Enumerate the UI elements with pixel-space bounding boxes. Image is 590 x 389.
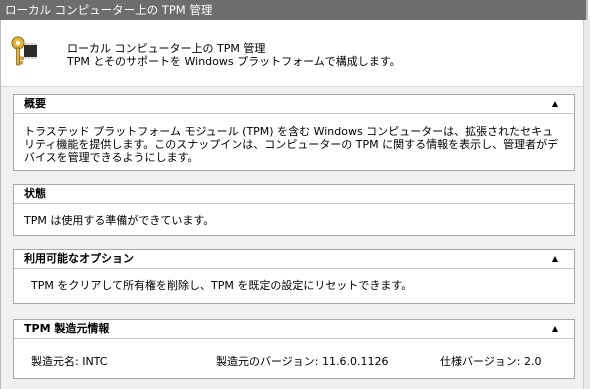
manufacturer-name: 製造元名: INTC <box>31 355 108 368</box>
options-section: 利用可能なオプション ▲ TPM をクリアして所有権を削除し、TPM を既定の設… <box>13 249 575 304</box>
overview-body: トラステッド プラットフォーム モジュール (TPM) を含む Windows … <box>24 125 559 164</box>
header-title: ローカル コンピューター上の TPM 管理 <box>67 42 266 55</box>
status-title: 状態 <box>24 187 46 200</box>
header-text: ローカル コンピューター上の TPM 管理 TPM とそのサポートを Windo… <box>67 42 401 68</box>
collapse-arrow-icon[interactable]: ▲ <box>552 250 558 268</box>
status-section: 状態 TPM は使用する準備ができています。 <box>13 184 575 236</box>
collapse-arrow-icon[interactable]: ▲ <box>552 95 558 113</box>
options-title: 利用可能なオプション <box>24 252 134 265</box>
options-body: TPM をクリアして所有権を削除し、TPM を既定の設定にリセットできます。 <box>31 279 413 292</box>
spec-version: 仕様バージョン: 2.0 <box>440 355 542 368</box>
window-title-bar: ローカル コンピューター上の TPM 管理 <box>0 0 588 20</box>
scrollbar[interactable] <box>583 20 590 389</box>
manufacturer-section: TPM 製造元情報 ▲ 製造元名: INTC 製造元のバージョン: 11.6.0… <box>13 319 575 379</box>
options-header[interactable]: 利用可能なオプション ▲ <box>14 250 574 269</box>
manufacturer-title: TPM 製造元情報 <box>24 322 110 335</box>
window-title: ローカル コンピューター上の TPM 管理 <box>5 3 213 17</box>
manufacturer-header[interactable]: TPM 製造元情報 ▲ <box>14 320 574 339</box>
status-body: TPM は使用する準備ができています。 <box>24 214 215 227</box>
manufacturer-info-row: 製造元名: INTC 製造元のバージョン: 11.6.0.1126 仕様バージョ… <box>14 349 574 369</box>
overview-title: 概要 <box>24 97 46 110</box>
key-chip-icon <box>11 36 37 66</box>
overview-section: 概要 ▲ トラステッド プラットフォーム モジュール (TPM) を含む Win… <box>13 94 575 171</box>
status-header[interactable]: 状態 <box>14 185 574 204</box>
header-subtitle: TPM とそのサポートを Windows プラットフォームで構成します。 <box>67 55 401 68</box>
snapin-content: ローカル コンピューター上の TPM 管理 TPM とそのサポートを Windo… <box>0 20 583 389</box>
overview-header[interactable]: 概要 ▲ <box>14 95 574 114</box>
collapse-arrow-icon[interactable]: ▲ <box>552 320 558 338</box>
manufacturer-version: 製造元のバージョン: 11.6.0.1126 <box>216 355 389 368</box>
header-area: ローカル コンピューター上の TPM 管理 TPM とそのサポートを Windo… <box>1 20 583 87</box>
